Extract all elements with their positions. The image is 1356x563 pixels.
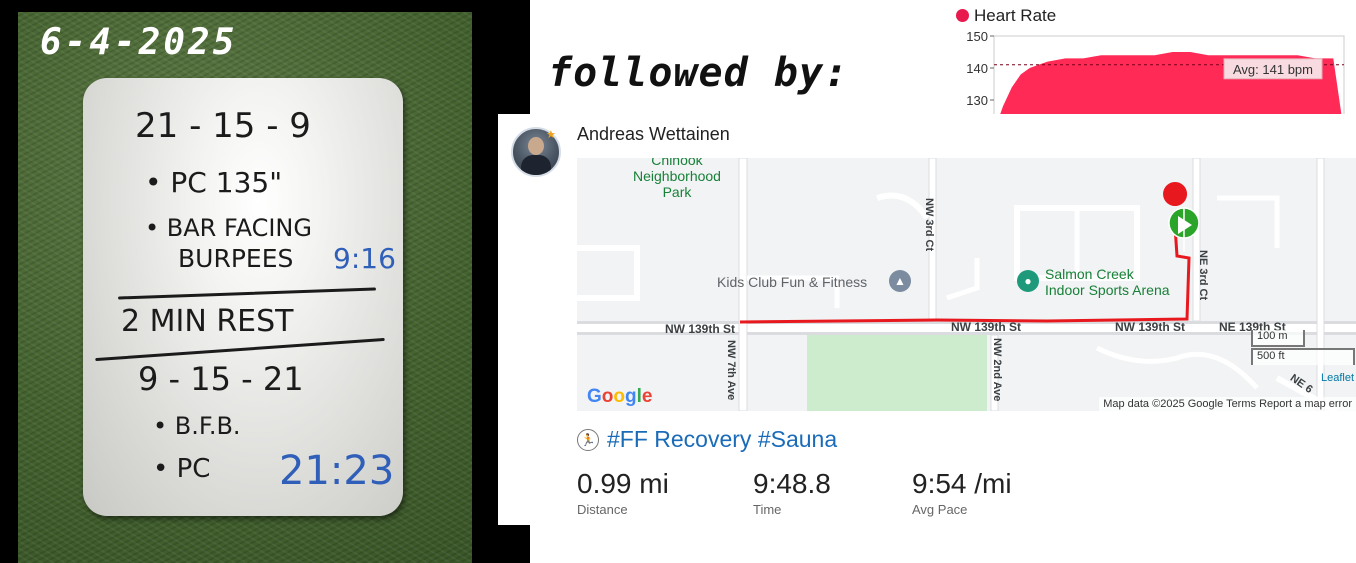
wb-scheme-2: 9 - 15 - 21 (138, 360, 304, 398)
end-marker (1163, 182, 1188, 206)
subscriber-star-icon: ★ (546, 129, 556, 141)
stat-pace: 9:54 /mi Avg Pace (912, 468, 1012, 517)
hr-avg-label: Avg: 141 bpm (1233, 62, 1313, 77)
street-label-nw3rd: NW 3rd Ct (923, 198, 935, 252)
map-side-street-1 (577, 245, 640, 301)
wb-pc: • PC (153, 454, 211, 484)
wb-burpees: BURPEES (178, 244, 294, 273)
avatar-body (521, 155, 551, 175)
wb-scheme-1: 21 - 15 - 9 (135, 106, 311, 146)
street-label-nw139-3: NW 139th St (1115, 320, 1186, 334)
athlete-name[interactable]: Andreas Wettainen (577, 124, 730, 145)
followed-by-text: followed by: (548, 50, 849, 96)
stat-time-label: Time (753, 502, 782, 517)
wb-power-clean: • PC 135" (145, 166, 283, 199)
stat-distance-value: 0.99 mi (577, 468, 669, 499)
map-side-street-2 (876, 192, 930, 220)
map-poi-kids-club: Kids Club Fun & Fitness (717, 274, 868, 290)
map-attribution[interactable]: Map data ©2025 Google Terms Report a map… (1099, 397, 1356, 411)
scale-meters: 100 m (1251, 330, 1305, 347)
map-side-street-5 (1095, 345, 1259, 390)
stat-time: 9:48.8 Time (753, 468, 831, 517)
street-label-nw139-1: NW 139th St (665, 322, 736, 336)
activity-card: ★ Andreas Wettainen Chinook Neighborhood… (498, 114, 1356, 525)
map-park-label: Chinook Neighborhood Park (633, 158, 721, 200)
photo-date: 6-4-2025 (40, 22, 238, 63)
route-map[interactable]: Chinook Neighborhood Park ▲ Kids Club Fu… (577, 158, 1356, 411)
map-scale: 100 m 500 ft (1251, 330, 1355, 366)
map-side-street-7 (946, 258, 980, 301)
stat-pace-value: 9:54 /mi (912, 468, 1012, 499)
school-icon: ▲ (889, 270, 911, 292)
workout-photo: 6-4-2025 21 - 15 - 9 • PC 135" • BAR FAC… (0, 0, 530, 563)
google-logo: Google (587, 386, 653, 407)
street-label-nw7th: NW 7th Ave (725, 340, 737, 401)
stat-distance: 0.99 mi Distance (577, 468, 669, 517)
map-side-street-4 (1217, 195, 1280, 248)
map-poi-salmon-creek-1: Salmon Creek (1045, 266, 1134, 282)
activity-title[interactable]: #FF Recovery #Sauna (607, 426, 837, 453)
stat-distance-label: Distance (577, 502, 628, 517)
hr-y-tick-150: 150 (966, 29, 988, 44)
scale-feet: 500 ft (1251, 348, 1355, 365)
stat-pace-label: Avg Pace (912, 502, 968, 517)
legend-heart-rate: Heart Rate (974, 6, 1057, 25)
leaflet-link[interactable]: Leaflet (1321, 372, 1354, 384)
stat-time-value: 9:48.8 (753, 468, 831, 499)
avatar-face (528, 137, 544, 155)
run-icon: 🏃 (577, 428, 599, 451)
hr-y-tick-140: 140 (966, 61, 988, 76)
hr-y-tick-130: 130 (966, 93, 988, 108)
map-park-label-text: Chinook Neighborhood Park (633, 158, 721, 200)
wb-time-2: 21:23 (279, 448, 395, 494)
wb-bfb: • B.F.B. (153, 412, 241, 440)
map-park-area (807, 330, 987, 411)
street-label-nw2nd: NW 2nd Ave (991, 338, 1003, 402)
street-label-ne3rd: NE 3rd Ct (1197, 250, 1209, 301)
place-pin-icon: ● (1017, 270, 1039, 292)
wb-divider-1 (118, 287, 376, 300)
street-label-nw139-2: NW 139th St (951, 320, 1022, 334)
wb-rest: 2 MIN REST (121, 304, 294, 339)
legend-dot-icon (956, 9, 969, 22)
wb-time-1: 9:16 (333, 242, 396, 275)
map-poi-salmon-creek: Salmon Creek Indoor Sports Arena (1045, 266, 1170, 298)
wb-divider-2 (95, 337, 385, 362)
activity-title-row[interactable]: 🏃 #FF Recovery #Sauna (577, 426, 837, 453)
wb-bar-facing: • BAR FACING (145, 214, 312, 242)
whiteboard: 21 - 15 - 9 • PC 135" • BAR FACING BURPE… (83, 78, 403, 516)
map-poi-salmon-creek-2: Indoor Sports Arena (1045, 282, 1170, 298)
